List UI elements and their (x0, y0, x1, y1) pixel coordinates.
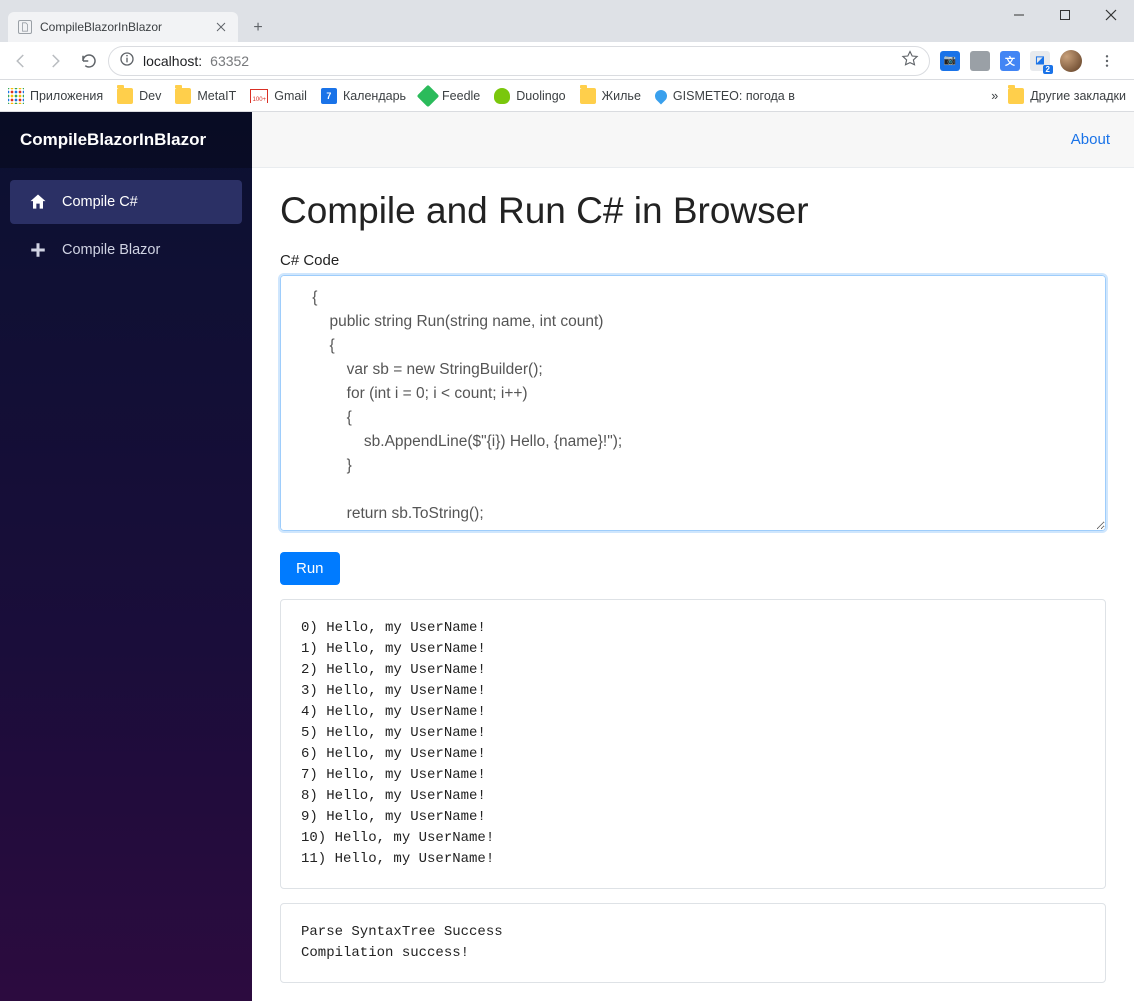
bookmark-gismeteo[interactable]: GISMETEO: погода в (655, 89, 795, 103)
bookmark-label: MetaIT (197, 89, 236, 103)
tab-title: CompileBlazorInBlazor (40, 20, 206, 34)
reload-button[interactable] (74, 46, 104, 76)
bookmark-label: Жилье (602, 89, 641, 103)
bookmark-label: Gmail (274, 89, 307, 103)
calendar-icon: 7 (321, 88, 337, 104)
bookmark-label: Приложения (30, 89, 103, 103)
bookmark-other[interactable]: Другие закладки (1008, 88, 1126, 104)
sidebar-item-label: Compile Blazor (62, 242, 160, 258)
bookmark-label: Календарь (343, 89, 406, 103)
window-minimize[interactable] (996, 0, 1042, 30)
bookmark-star-icon[interactable] (901, 50, 919, 71)
translate-icon[interactable]: 文 (1000, 51, 1020, 71)
bookmark-housing[interactable]: Жилье (580, 88, 641, 104)
chrome-menu-icon[interactable] (1092, 46, 1122, 76)
topbar: About (252, 112, 1134, 168)
back-button[interactable] (6, 46, 36, 76)
folder-icon (580, 88, 596, 104)
bookmark-label: Feedle (442, 89, 480, 103)
app-page: CompileBlazorInBlazor Compile C# Compile… (0, 112, 1134, 1001)
forward-button[interactable] (40, 46, 70, 76)
page-icon (18, 20, 32, 34)
bookmark-label: Другие закладки (1030, 89, 1126, 103)
browser-window: CompileBlazorInBlazor + localhost: 63352 … (0, 0, 1134, 112)
bookmark-label: Dev (139, 89, 161, 103)
bookmarks-bar: Приложения Dev MetaIT Gmail 7 Календарь F… (0, 80, 1134, 112)
main-content: Compile and Run C# in Browser C# Code Ru… (252, 168, 1134, 1001)
bookmark-duolingo[interactable]: Duolingo (494, 88, 565, 104)
extension-icon[interactable]: ◪2 (1030, 51, 1050, 71)
output-panel: 0) Hello, my UserName! 1) Hello, my User… (280, 599, 1106, 889)
folder-icon (117, 88, 133, 104)
gmail-icon (250, 89, 268, 103)
bookmarks-overflow[interactable]: » (991, 89, 998, 103)
sidebar: CompileBlazorInBlazor Compile C# Compile… (0, 112, 252, 1001)
window-controls (996, 0, 1134, 30)
weather-icon (652, 87, 669, 104)
code-label: C# Code (280, 252, 1106, 269)
window-close[interactable] (1088, 0, 1134, 30)
sidebar-item-compile-blazor[interactable]: Compile Blazor (10, 228, 242, 272)
sidebar-item-compile-csharp[interactable]: Compile C# (10, 180, 242, 224)
home-icon (28, 192, 48, 212)
window-maximize[interactable] (1042, 0, 1088, 30)
run-button[interactable]: Run (280, 552, 340, 585)
feedle-icon (417, 84, 440, 107)
site-info-icon[interactable] (119, 51, 135, 70)
url-host: localhost: (143, 53, 202, 69)
bookmark-dev[interactable]: Dev (117, 88, 161, 104)
tab-close-icon[interactable] (214, 20, 228, 34)
bookmark-calendar[interactable]: 7 Календарь (321, 88, 406, 104)
bookmark-label: GISMETEO: погода в (673, 89, 795, 103)
status-panel: Parse SyntaxTree Success Compilation suc… (280, 903, 1106, 983)
sidebar-item-label: Compile C# (62, 194, 138, 210)
apps-icon (8, 88, 24, 104)
about-link[interactable]: About (1071, 131, 1110, 148)
browser-tab[interactable]: CompileBlazorInBlazor (8, 12, 238, 42)
address-bar[interactable]: localhost: 63352 (108, 46, 930, 76)
code-textarea[interactable] (280, 275, 1106, 531)
bookmark-gmail[interactable]: Gmail (250, 89, 307, 103)
plus-icon (28, 240, 48, 260)
folder-icon (1008, 88, 1024, 104)
bookmark-metait[interactable]: MetaIT (175, 88, 236, 104)
extension-icon[interactable] (970, 51, 990, 71)
content-area: About Compile and Run C# in Browser C# C… (252, 112, 1134, 1001)
page-title: Compile and Run C# in Browser (280, 190, 1106, 232)
bookmark-feedle[interactable]: Feedle (420, 88, 480, 104)
browser-toolbar: localhost: 63352 📷 文 ◪2 (0, 42, 1134, 80)
bookmark-apps[interactable]: Приложения (8, 88, 103, 104)
duolingo-icon (494, 88, 510, 104)
folder-icon (175, 88, 191, 104)
sidebar-nav: Compile C# Compile Blazor (0, 168, 252, 284)
new-tab-button[interactable]: + (244, 14, 272, 42)
url-port: 63352 (210, 53, 249, 69)
extension-icon[interactable]: 📷 (940, 51, 960, 71)
bookmark-label: Duolingo (516, 89, 565, 103)
profile-avatar[interactable] (1060, 50, 1082, 72)
extension-icons: 📷 文 ◪2 (934, 46, 1128, 76)
tabstrip: CompileBlazorInBlazor + (0, 10, 1134, 42)
app-brand[interactable]: CompileBlazorInBlazor (0, 112, 252, 168)
